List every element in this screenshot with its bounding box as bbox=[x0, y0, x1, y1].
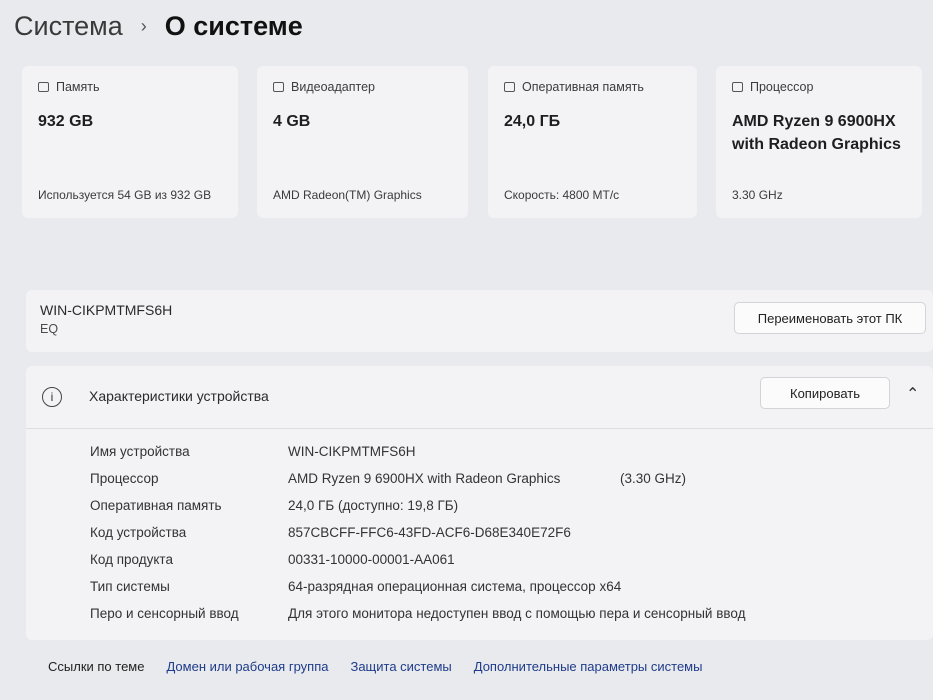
card-detail: Используется 54 GB из 932 GB bbox=[38, 188, 212, 202]
chevron-up-icon[interactable]: ⌃ bbox=[906, 384, 919, 404]
info-icon: i bbox=[42, 387, 62, 407]
breadcrumb-parent-system[interactable]: Система bbox=[14, 11, 123, 42]
device-specs-title: Характеристики устройства bbox=[89, 388, 269, 404]
card-gpu[interactable]: Видеоадаптер 4 GB AMD Radeon(TM) Graphic… bbox=[257, 66, 468, 218]
card-detail: AMD Radeon(TM) Graphics bbox=[273, 188, 422, 202]
card-value: 24,0 ГБ bbox=[504, 113, 561, 130]
card-label: Процессор bbox=[750, 80, 814, 94]
spec-value: Для этого монитора недоступен ввод с пом… bbox=[288, 606, 746, 621]
card-detail: Скорость: 4800 МТ/с bbox=[504, 188, 620, 202]
card-storage[interactable]: Память 932 GB Используется 54 GB из 932 … bbox=[22, 66, 238, 218]
storage-icon bbox=[38, 82, 49, 92]
card-label: Оперативная память bbox=[522, 80, 644, 94]
device-specs-panel: i Характеристики устройства Копировать ⌃… bbox=[26, 366, 933, 640]
spec-value: 24,0 ГБ (доступно: 19,8 ГБ) bbox=[288, 498, 459, 513]
card-ram[interactable]: Оперативная память 24,0 ГБ Скорость: 480… bbox=[488, 66, 697, 218]
card-detail: 3.30 GHz bbox=[732, 188, 783, 202]
spec-key: Тип системы bbox=[90, 579, 170, 594]
pc-name-panel: WIN-CIKPMTMFS6H EQ Переименовать этот ПК bbox=[26, 290, 933, 352]
gpu-icon bbox=[273, 82, 284, 92]
card-cpu[interactable]: Процессор AMD Ryzen 9 6900HX with Radeon… bbox=[716, 66, 922, 218]
related-links-label: Ссылки по теме bbox=[48, 658, 145, 674]
cpu-icon bbox=[732, 82, 743, 92]
spec-key: Код продукта bbox=[90, 552, 173, 567]
link-system-protection[interactable]: Защита системы bbox=[350, 659, 451, 674]
breadcrumb: Система › О системе bbox=[14, 6, 303, 46]
spec-value: 857CBCFF-FFC6-43FD-ACF6-D68E340E72F6 bbox=[288, 525, 571, 540]
device-specs-header[interactable]: i Характеристики устройства Копировать ⌃ bbox=[26, 366, 933, 429]
spec-value: WIN-CIKPMTMFS6H bbox=[288, 444, 416, 459]
spec-cards: Память 932 GB Используется 54 GB из 932 … bbox=[22, 66, 922, 218]
page-title: О системе bbox=[164, 10, 303, 41]
related-links: Ссылки по теме Домен или рабочая группа … bbox=[48, 655, 724, 677]
copy-button[interactable]: Копировать bbox=[760, 377, 890, 409]
card-label: Видеоадаптер bbox=[291, 80, 375, 94]
pc-name: WIN-CIKPMTMFS6H bbox=[40, 302, 173, 318]
spec-key: Процессор bbox=[90, 471, 159, 486]
breadcrumb-separator: › bbox=[140, 15, 147, 36]
rename-pc-button[interactable]: Переименовать этот ПК bbox=[734, 302, 926, 334]
card-value: 932 GB bbox=[38, 113, 94, 130]
card-label: Память bbox=[56, 80, 100, 94]
spec-key: Имя устройства bbox=[90, 444, 190, 459]
spec-value: AMD Ryzen 9 6900HX with Radeon Graphics bbox=[288, 471, 561, 486]
link-advanced-system-settings[interactable]: Дополнительные параметры системы bbox=[474, 659, 703, 674]
ram-icon bbox=[504, 82, 515, 92]
spec-value: 00331-10000-00001-AA061 bbox=[288, 552, 455, 567]
card-value: 4 GB bbox=[273, 113, 311, 130]
spec-value-extra: (3.30 GHz) bbox=[620, 471, 687, 486]
pc-organization: EQ bbox=[40, 322, 59, 336]
spec-value: 64-разрядная операционная система, проце… bbox=[288, 579, 622, 594]
spec-key: Перо и сенсорный ввод bbox=[90, 606, 239, 621]
spec-key: Оперативная память bbox=[90, 498, 222, 513]
card-value: AMD Ryzen 9 6900HX with Radeon Graphics bbox=[732, 113, 901, 153]
spec-key: Код устройства bbox=[90, 525, 187, 540]
link-domain-workgroup[interactable]: Домен или рабочая группа bbox=[166, 659, 328, 674]
